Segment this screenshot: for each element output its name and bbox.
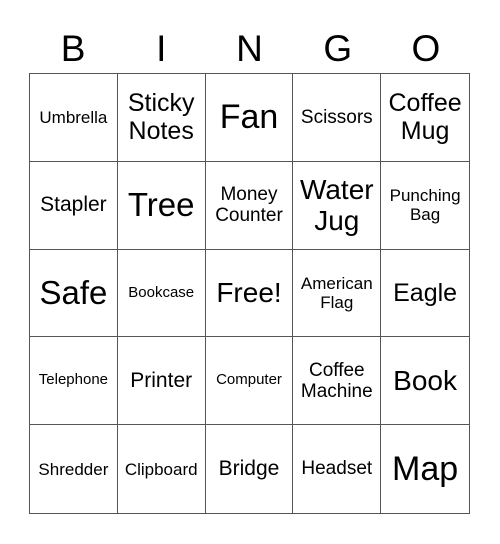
bingo-cell[interactable]: Coffee Machine bbox=[293, 337, 382, 426]
bingo-cell[interactable]: Stapler bbox=[30, 161, 118, 250]
header-letter-o: O bbox=[411, 28, 441, 69]
bingo-cell[interactable]: Map bbox=[381, 425, 469, 513]
bingo-cell[interactable]: Eagle bbox=[381, 250, 469, 338]
bingo-cell[interactable]: Telephone bbox=[30, 337, 118, 426]
bingo-cell[interactable]: Computer bbox=[205, 337, 294, 426]
bingo-cell[interactable]: Water Jug bbox=[293, 161, 382, 250]
bingo-cell[interactable]: Bridge bbox=[206, 425, 294, 513]
bingo-cell[interactable]: Punching Bag bbox=[381, 162, 469, 250]
bingo-cell[interactable]: Printer bbox=[117, 337, 206, 426]
header-letter-n: N bbox=[236, 28, 263, 69]
bingo-cell[interactable]: Tree bbox=[117, 161, 206, 250]
bingo-cell[interactable]: Bookcase bbox=[117, 249, 206, 338]
bingo-header: B I N G O bbox=[29, 26, 470, 72]
bingo-cell[interactable]: Shredder bbox=[30, 425, 118, 513]
header-letter-b: B bbox=[60, 28, 86, 69]
bingo-cell[interactable]: American Flag bbox=[293, 249, 382, 338]
bingo-cell[interactable]: Scissors bbox=[293, 74, 382, 162]
bingo-cell[interactable]: Clipboard bbox=[118, 425, 206, 513]
bingo-grid: Umbrella Sticky Notes Fan Scissors Coffe… bbox=[29, 73, 470, 514]
bingo-cell[interactable]: Money Counter bbox=[205, 161, 294, 250]
bingo-cell[interactable]: Book bbox=[381, 337, 469, 426]
bingo-cell[interactable]: Safe bbox=[30, 249, 118, 338]
bingo-cell[interactable]: Headset bbox=[293, 425, 382, 513]
bingo-cell-free[interactable]: Free! bbox=[205, 249, 294, 338]
header-letter-g: G bbox=[323, 28, 353, 69]
bingo-cell[interactable]: Umbrella bbox=[30, 74, 118, 162]
bingo-cell[interactable]: Fan bbox=[205, 74, 294, 162]
bingo-cell[interactable]: Sticky Notes bbox=[117, 74, 206, 162]
bingo-cell[interactable]: Coffee Mug bbox=[381, 74, 469, 162]
header-letter-i: I bbox=[156, 28, 167, 69]
